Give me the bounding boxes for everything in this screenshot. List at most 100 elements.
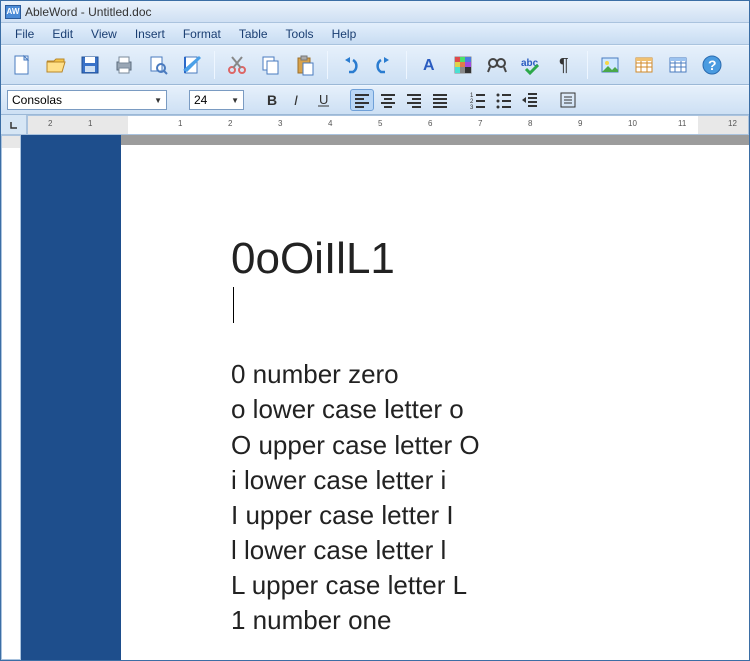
- insert-table-icon: [633, 54, 655, 76]
- document-area: 0oOiIlL1 0 number zero o lower case lett…: [1, 135, 749, 660]
- numbered-list-button[interactable]: 123: [466, 89, 490, 111]
- svg-text:A: A: [423, 57, 435, 74]
- app-icon: AW: [5, 5, 21, 19]
- insert-image-icon: [599, 54, 621, 76]
- menu-format[interactable]: Format: [175, 25, 229, 43]
- menu-table[interactable]: Table: [231, 25, 276, 43]
- numbered-list-icon: 123: [469, 91, 487, 109]
- horizontal-ruler[interactable]: 2 1 1 2 3 4 5 6 7 8 9 10 11 12: [27, 115, 749, 135]
- undo-icon: [339, 54, 361, 76]
- paste-button[interactable]: [290, 50, 320, 80]
- paragraph-mark-button[interactable]: ¶: [550, 50, 580, 80]
- font-name-combo[interactable]: Consolas ▼: [7, 90, 167, 110]
- align-justify-button[interactable]: [428, 89, 452, 111]
- highlight-button[interactable]: [448, 50, 478, 80]
- tab-selector-icon: [9, 120, 19, 130]
- doc-line[interactable]: O upper case letter O: [231, 428, 749, 463]
- menu-tools[interactable]: Tools: [278, 25, 322, 43]
- align-left-icon: [353, 91, 371, 109]
- ruler-corner[interactable]: [1, 115, 27, 135]
- svg-text:3: 3: [470, 105, 474, 109]
- doc-line[interactable]: i lower case letter i: [231, 463, 749, 498]
- align-center-button[interactable]: [376, 89, 400, 111]
- doc-heading[interactable]: 0oOiIlL1: [231, 235, 749, 283]
- doc-line[interactable]: l lower case letter l: [231, 533, 749, 568]
- doc-line[interactable]: 0 number zero: [231, 357, 749, 392]
- doc-line[interactable]: L upper case letter L: [231, 568, 749, 603]
- insert-table-button[interactable]: [629, 50, 659, 80]
- doc-line[interactable]: 1 number one: [231, 603, 749, 638]
- spellcheck-button[interactable]: abc: [516, 50, 546, 80]
- save-icon: [79, 54, 101, 76]
- bullet-list-button[interactable]: [492, 89, 516, 111]
- new-button[interactable]: [7, 50, 37, 80]
- bold-button[interactable]: B: [260, 89, 284, 111]
- toolbar-separator: [406, 51, 407, 79]
- text-cursor: [233, 287, 234, 323]
- align-right-button[interactable]: [402, 89, 426, 111]
- redo-button[interactable]: [369, 50, 399, 80]
- table-properties-icon: [667, 54, 689, 76]
- cut-button[interactable]: [222, 50, 252, 80]
- insert-image-button[interactable]: [595, 50, 625, 80]
- outdent-icon: [521, 91, 539, 109]
- outdent-button[interactable]: [518, 89, 542, 111]
- page-setup-button[interactable]: [177, 50, 207, 80]
- copy-button[interactable]: [256, 50, 286, 80]
- vertical-ruler[interactable]: [1, 135, 21, 660]
- save-button[interactable]: [75, 50, 105, 80]
- line-spacing-button[interactable]: [556, 89, 580, 111]
- menu-file[interactable]: File: [7, 25, 42, 43]
- page-canvas[interactable]: 0oOiIlL1 0 number zero o lower case lett…: [21, 135, 749, 660]
- bold-icon: B: [263, 91, 281, 109]
- print-button[interactable]: [109, 50, 139, 80]
- highlight-icon: [452, 54, 474, 76]
- align-left-button[interactable]: [350, 89, 374, 111]
- italic-icon: I: [289, 91, 307, 109]
- open-button[interactable]: [41, 50, 71, 80]
- svg-text:U: U: [319, 92, 328, 107]
- new-icon: [11, 54, 33, 76]
- toolbar-separator: [587, 51, 588, 79]
- help-button[interactable]: ?: [697, 50, 727, 80]
- font-color-icon: A: [418, 54, 440, 76]
- main-toolbar: A abc ¶ ?: [1, 45, 749, 85]
- doc-line[interactable]: o lower case letter o: [231, 392, 749, 427]
- menu-edit[interactable]: Edit: [44, 25, 81, 43]
- toolbar-separator: [214, 51, 215, 79]
- copy-icon: [260, 54, 282, 76]
- window-title: AbleWord - Untitled.doc: [25, 5, 152, 19]
- redo-icon: [373, 54, 395, 76]
- font-name-value: Consolas: [12, 93, 62, 107]
- table-properties-button[interactable]: [663, 50, 693, 80]
- help-icon: ?: [701, 54, 723, 76]
- spellcheck-icon: abc: [520, 54, 542, 76]
- align-right-icon: [405, 91, 423, 109]
- svg-text:?: ?: [708, 57, 717, 73]
- toolbar-separator: [327, 51, 328, 79]
- bullet-list-icon: [495, 91, 513, 109]
- document-content[interactable]: 0oOiIlL1 0 number zero o lower case lett…: [231, 235, 749, 638]
- underline-button[interactable]: U: [312, 89, 336, 111]
- svg-text:B: B: [267, 92, 277, 108]
- doc-line[interactable]: I upper case letter I: [231, 498, 749, 533]
- chevron-down-icon: ▼: [231, 96, 239, 105]
- font-color-button[interactable]: A: [414, 50, 444, 80]
- svg-text:¶: ¶: [559, 55, 569, 75]
- cut-icon: [226, 54, 248, 76]
- font-size-combo[interactable]: 24 ▼: [189, 90, 244, 110]
- align-justify-icon: [431, 91, 449, 109]
- title-bar: AW AbleWord - Untitled.doc: [1, 1, 749, 23]
- svg-text:I: I: [294, 92, 298, 108]
- menu-view[interactable]: View: [83, 25, 125, 43]
- menu-insert[interactable]: Insert: [127, 25, 173, 43]
- print-preview-button[interactable]: [143, 50, 173, 80]
- undo-button[interactable]: [335, 50, 365, 80]
- find-button[interactable]: [482, 50, 512, 80]
- print-preview-icon: [147, 54, 169, 76]
- paste-icon: [294, 54, 316, 76]
- italic-button[interactable]: I: [286, 89, 310, 111]
- document-page[interactable]: 0oOiIlL1 0 number zero o lower case lett…: [121, 145, 749, 660]
- menu-help[interactable]: Help: [324, 25, 365, 43]
- line-spacing-icon: [559, 91, 577, 109]
